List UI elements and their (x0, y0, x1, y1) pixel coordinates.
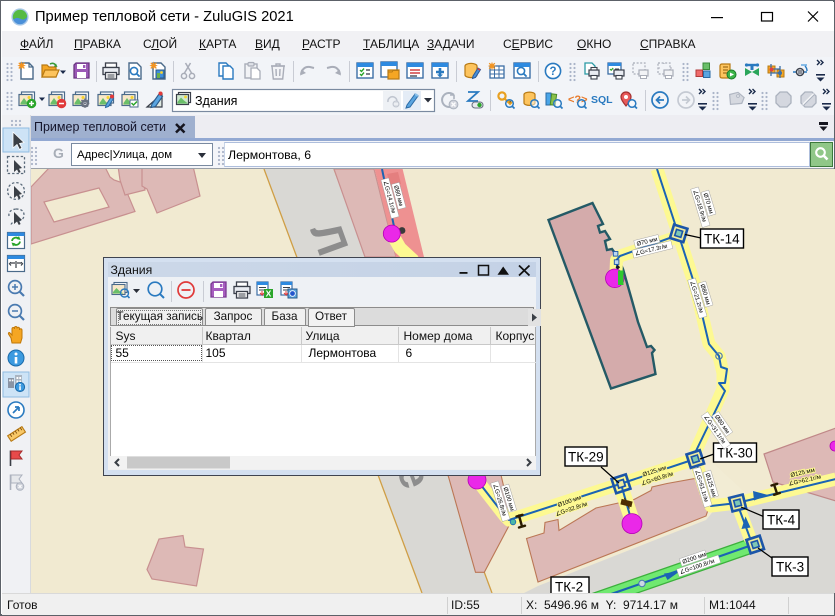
svg-text:ТК-2: ТК-2 (555, 580, 583, 594)
svg-text:ТК-14: ТК-14 (704, 232, 740, 247)
svg-text:ТК-29: ТК-29 (568, 450, 604, 465)
svg-text:ТК-30: ТК-30 (717, 446, 753, 461)
svg-text:SQL: SQL (591, 94, 613, 106)
svg-text:?: ? (549, 66, 556, 78)
svg-text:X: X (265, 288, 271, 298)
svg-text:ТК-4: ТК-4 (767, 513, 796, 528)
svg-text:ТК-3: ТК-3 (776, 560, 804, 575)
svg-text:Здания: Здания (195, 94, 237, 108)
